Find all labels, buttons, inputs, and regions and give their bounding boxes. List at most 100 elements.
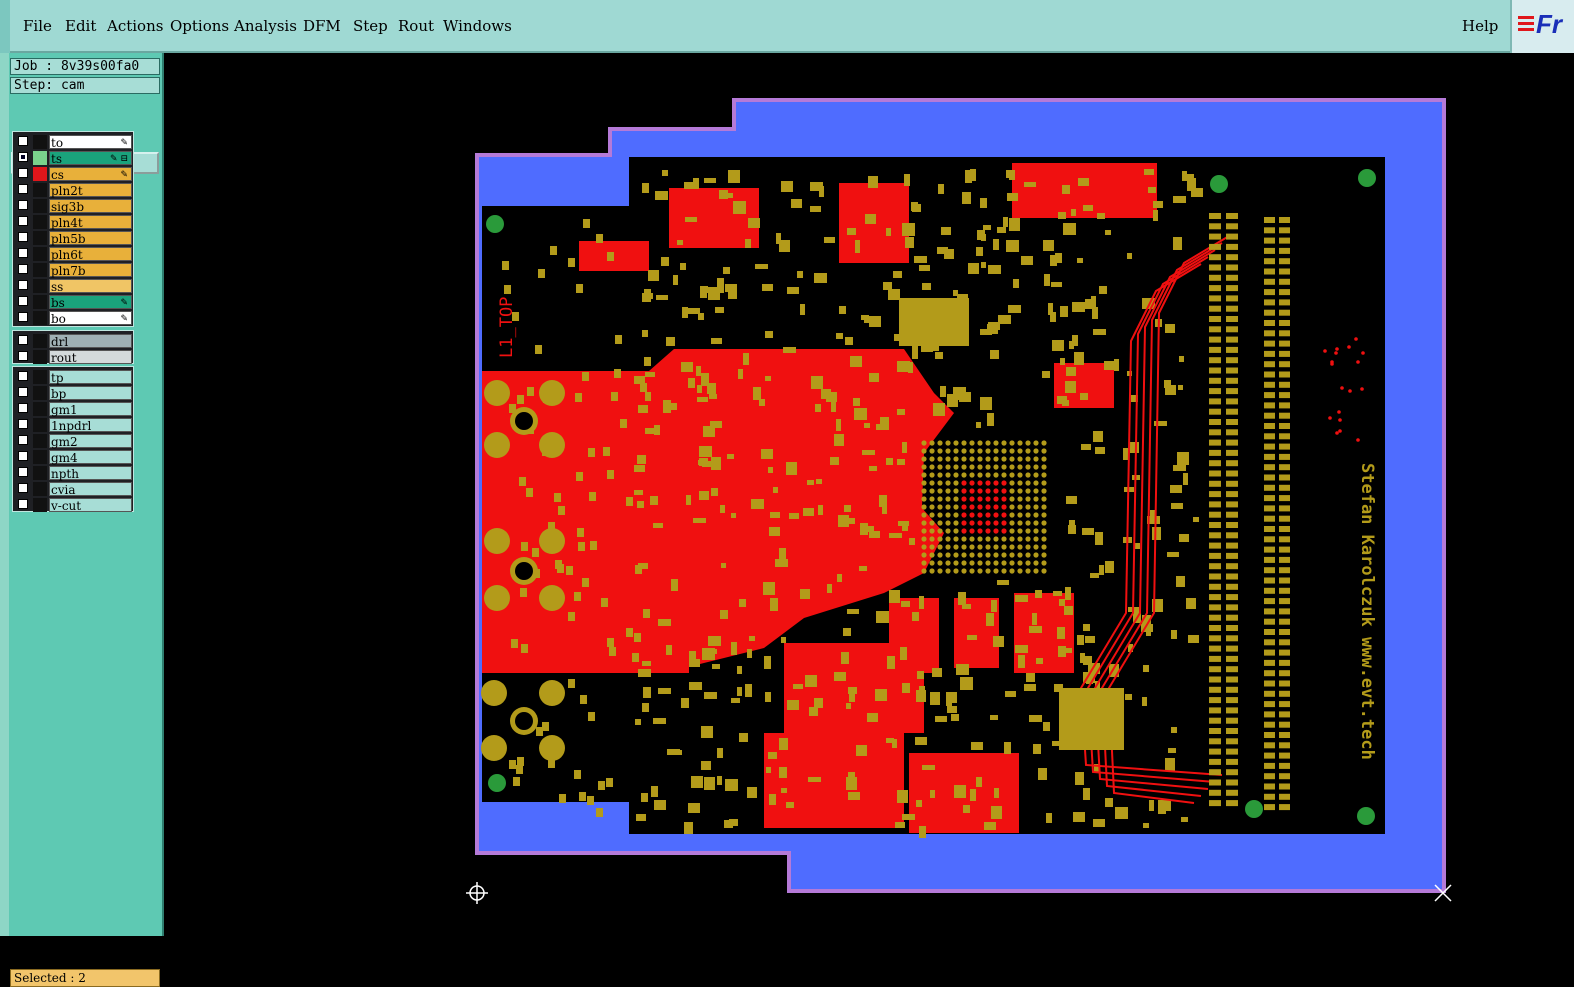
layer-color-swatch[interactable] bbox=[33, 231, 47, 245]
layer-name[interactable]: bs ✎ bbox=[49, 295, 132, 310]
layer-color-swatch[interactable] bbox=[33, 450, 47, 464]
layer-color-swatch[interactable] bbox=[33, 370, 47, 384]
layer-name[interactable]: cs ✎ bbox=[49, 167, 132, 182]
layer-color-swatch[interactable] bbox=[33, 247, 47, 261]
layer-color-swatch[interactable] bbox=[33, 183, 47, 197]
menu-edit[interactable]: Edit bbox=[65, 17, 96, 35]
layer-name[interactable]: rout bbox=[49, 350, 132, 365]
layer-name[interactable]: ts ✎ ⊟ bbox=[49, 151, 132, 166]
layer-name[interactable]: bo ✎ bbox=[49, 311, 132, 326]
layer-name[interactable]: pln6t bbox=[49, 247, 132, 262]
layer-checkbox[interactable] bbox=[18, 232, 28, 242]
layer-name[interactable]: sig3b bbox=[49, 199, 132, 214]
layer-row-pln7b[interactable]: pln7b bbox=[15, 263, 132, 278]
layer-color-swatch[interactable] bbox=[33, 402, 47, 416]
layer-checkbox[interactable] bbox=[18, 335, 28, 345]
layer-row-pln5b[interactable]: pln5b bbox=[15, 231, 132, 246]
layer-color-swatch[interactable] bbox=[33, 311, 47, 325]
layer-row-1npdrl[interactable]: 1npdrl bbox=[15, 418, 132, 433]
layer-name[interactable]: ss bbox=[49, 279, 132, 294]
layer-color-swatch[interactable] bbox=[33, 466, 47, 480]
layer-row-tp[interactable]: tp bbox=[15, 370, 132, 385]
layer-row-bp[interactable]: bp bbox=[15, 386, 132, 401]
layer-color-swatch[interactable] bbox=[33, 199, 47, 213]
menu-help[interactable]: Help bbox=[1462, 17, 1498, 35]
layer-name[interactable]: pln2t bbox=[49, 183, 132, 198]
layer-checkbox[interactable] bbox=[18, 387, 28, 397]
layer-color-swatch[interactable] bbox=[33, 434, 47, 448]
layer-checkbox[interactable] bbox=[18, 152, 28, 162]
layer-color-swatch[interactable] bbox=[33, 386, 47, 400]
pcb-view[interactable]: L1_TOP Stefan Karolczuk www.evt.tech bbox=[164, 53, 1574, 936]
layer-name[interactable]: pln7b bbox=[49, 263, 132, 278]
menu-rout[interactable]: Rout bbox=[398, 17, 434, 35]
layer-row-drl[interactable]: drl bbox=[15, 334, 132, 349]
layer-name[interactable]: gm4 bbox=[49, 450, 132, 465]
layer-checkbox[interactable] bbox=[18, 351, 28, 361]
layer-color-swatch[interactable] bbox=[33, 295, 47, 309]
layer-row-rout[interactable]: rout bbox=[15, 350, 132, 365]
layer-row-cvia[interactable]: cvia bbox=[15, 482, 132, 497]
layer-checkbox[interactable] bbox=[18, 136, 28, 146]
layer-checkbox[interactable] bbox=[18, 312, 28, 322]
layer-color-swatch[interactable] bbox=[33, 215, 47, 229]
layer-name[interactable]: to ✎ bbox=[49, 135, 132, 150]
layer-color-swatch[interactable] bbox=[33, 482, 47, 496]
layer-row-pln4t[interactable]: pln4t bbox=[15, 215, 132, 230]
layer-row-pln2t[interactable]: pln2t bbox=[15, 183, 132, 198]
layer-checkbox[interactable] bbox=[18, 483, 28, 493]
layer-row-ts[interactable]: ts ✎ ⊟ bbox=[15, 151, 132, 166]
layer-checkbox[interactable] bbox=[18, 435, 28, 445]
layer-checkbox[interactable] bbox=[18, 499, 28, 509]
graphics-canvas[interactable]: L1_TOP Stefan Karolczuk www.evt.tech bbox=[164, 53, 1574, 936]
menu-analysis[interactable]: Analysis bbox=[234, 17, 297, 35]
layer-name[interactable]: v-cut bbox=[49, 498, 132, 513]
layer-color-swatch[interactable] bbox=[33, 350, 47, 364]
layer-color-swatch[interactable] bbox=[33, 151, 47, 165]
layer-checkbox[interactable] bbox=[18, 184, 28, 194]
menu-windows[interactable]: Windows bbox=[443, 17, 512, 35]
layer-row-bs[interactable]: bs ✎ bbox=[15, 295, 132, 310]
layer-color-swatch[interactable] bbox=[33, 334, 47, 348]
layer-checkbox[interactable] bbox=[18, 200, 28, 210]
layer-name[interactable]: cvia bbox=[49, 482, 132, 497]
layer-name[interactable]: bp bbox=[49, 386, 132, 401]
layer-row-sig3b[interactable]: sig3b bbox=[15, 199, 132, 214]
layer-name[interactable]: drl bbox=[49, 334, 132, 349]
layer-row-pln6t[interactable]: pln6t bbox=[15, 247, 132, 262]
layer-row-npth[interactable]: npth bbox=[15, 466, 132, 481]
layer-row-bo[interactable]: bo ✎ bbox=[15, 311, 132, 326]
layer-color-swatch[interactable] bbox=[33, 498, 47, 512]
layer-checkbox[interactable] bbox=[18, 280, 28, 290]
layer-name[interactable]: 1npdrl bbox=[49, 418, 132, 433]
layer-color-swatch[interactable] bbox=[33, 167, 47, 181]
layer-checkbox[interactable] bbox=[18, 248, 28, 258]
layer-color-swatch[interactable] bbox=[33, 279, 47, 293]
layer-row-v-cut[interactable]: v-cut bbox=[15, 498, 132, 513]
layer-checkbox[interactable] bbox=[18, 451, 28, 461]
layer-name[interactable]: pln5b bbox=[49, 231, 132, 246]
layer-checkbox[interactable] bbox=[18, 264, 28, 274]
layer-color-swatch[interactable] bbox=[33, 263, 47, 277]
layer-checkbox[interactable] bbox=[18, 216, 28, 226]
layer-checkbox[interactable] bbox=[18, 403, 28, 413]
layer-color-swatch[interactable] bbox=[33, 418, 47, 432]
layer-name[interactable]: gm2 bbox=[49, 434, 132, 449]
layer-name[interactable]: gm1 bbox=[49, 402, 132, 417]
layer-name[interactable]: tp bbox=[49, 370, 132, 385]
layer-name[interactable]: npth bbox=[49, 466, 132, 481]
layer-color-swatch[interactable] bbox=[33, 135, 47, 149]
menu-file[interactable]: File bbox=[23, 17, 52, 35]
menu-dfm[interactable]: DFM bbox=[303, 17, 341, 35]
layer-row-gm1[interactable]: gm1 bbox=[15, 402, 132, 417]
layer-checkbox[interactable] bbox=[18, 467, 28, 477]
layer-row-gm4[interactable]: gm4 bbox=[15, 450, 132, 465]
layer-checkbox[interactable] bbox=[18, 419, 28, 429]
layer-checkbox[interactable] bbox=[18, 371, 28, 381]
layer-row-to[interactable]: to ✎ bbox=[15, 135, 132, 150]
menu-options[interactable]: Options bbox=[170, 17, 229, 35]
layer-row-cs[interactable]: cs ✎ bbox=[15, 167, 132, 182]
layer-row-gm2[interactable]: gm2 bbox=[15, 434, 132, 449]
layer-name[interactable]: pln4t bbox=[49, 215, 132, 230]
menu-actions[interactable]: Actions bbox=[107, 17, 163, 35]
